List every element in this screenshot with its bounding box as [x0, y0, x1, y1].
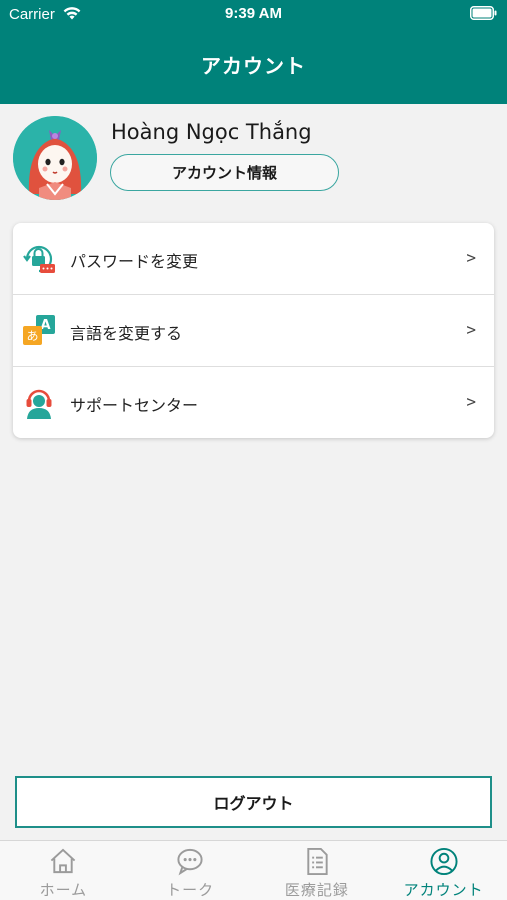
- tab-bar: ホーム トーク 医療記録 アカウント: [0, 840, 507, 900]
- menu-item-change-language[interactable]: A あ 言語を変更する >: [13, 295, 494, 367]
- tab-label: ホーム: [39, 881, 88, 899]
- password-lock-icon: [23, 245, 55, 273]
- tab-talk[interactable]: トーク: [127, 841, 254, 900]
- home-icon: [51, 848, 76, 874]
- tab-account[interactable]: アカウント: [380, 841, 507, 900]
- logout-button[interactable]: ログアウト: [15, 776, 492, 828]
- menu-item-label: 言語を変更する: [70, 324, 183, 343]
- menu-item-label: パスワードを変更: [70, 252, 199, 271]
- menu-item-label: サポートセンター: [70, 396, 199, 415]
- status-bar: Carrier 9:39 AM: [0, 0, 507, 28]
- status-time: 9:39 AM: [225, 5, 282, 22]
- account-icon: [430, 847, 458, 876]
- navigation-bar: アカウント: [0, 28, 507, 104]
- chat-icon: [177, 848, 203, 876]
- mascot-avatar-icon: [13, 116, 97, 200]
- settings-menu: パスワードを変更 > A あ 言語を変更する > サポートセンター >: [13, 223, 494, 438]
- chevron-right-icon: >: [466, 248, 476, 267]
- tab-medical-records[interactable]: 医療記録: [254, 841, 381, 900]
- page-title: アカウント: [201, 54, 306, 78]
- chevron-right-icon: >: [466, 392, 476, 411]
- menu-item-support-center[interactable]: サポートセンター >: [13, 367, 494, 438]
- account-info-button[interactable]: アカウント情報: [110, 154, 339, 191]
- battery-icon: [470, 6, 497, 20]
- chevron-right-icon: >: [466, 320, 476, 339]
- document-icon: [307, 847, 328, 876]
- tab-home[interactable]: ホーム: [0, 841, 127, 900]
- support-headset-icon: [26, 389, 52, 419]
- tab-label: アカウント: [403, 881, 484, 899]
- tab-label: トーク: [166, 881, 215, 899]
- user-name: Hoàng Ngọc Thắng: [111, 120, 312, 144]
- tab-label: 医療記録: [284, 881, 349, 899]
- svg-text:あ: あ: [26, 329, 38, 343]
- profile-section: Hoàng Ngọc Thắng アカウント情報: [0, 104, 507, 214]
- menu-item-change-password[interactable]: パスワードを変更 >: [13, 223, 494, 295]
- language-icon: A あ: [23, 315, 55, 345]
- avatar[interactable]: [13, 116, 97, 200]
